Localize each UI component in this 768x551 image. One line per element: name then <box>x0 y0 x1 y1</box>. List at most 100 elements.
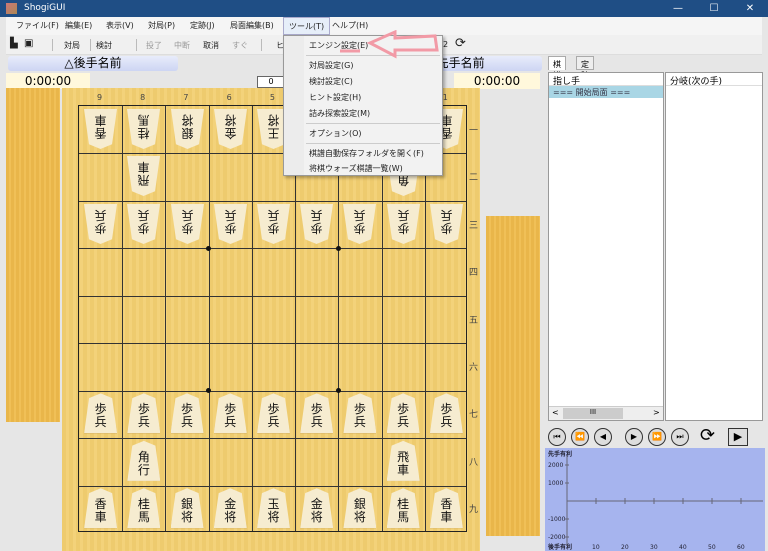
board-square[interactable]: 銀将 <box>165 106 208 153</box>
horizontal-scrollbar[interactable]: < III > <box>549 406 663 420</box>
board-square[interactable] <box>338 248 381 295</box>
gote-piece[interactable]: 歩兵 <box>127 204 160 244</box>
board-square[interactable] <box>338 343 381 390</box>
resign-button[interactable]: 投了 <box>146 40 162 51</box>
board-square[interactable] <box>252 248 295 295</box>
board-square[interactable] <box>425 296 468 343</box>
minimize-button[interactable]: — <box>660 0 696 17</box>
board-square[interactable] <box>79 248 122 295</box>
maximize-button[interactable]: ☐ <box>696 0 732 17</box>
sente-piece[interactable]: 歩兵 <box>170 393 204 434</box>
board-square[interactable] <box>382 343 425 390</box>
autoplay-button[interactable]: ▶ <box>728 428 748 446</box>
sente-piece[interactable]: 歩兵 <box>300 393 334 434</box>
menu-item-options[interactable]: オプション(O) <box>309 128 362 139</box>
gote-piece[interactable]: 歩兵 <box>300 204 333 244</box>
board-square[interactable] <box>252 343 295 390</box>
sente-piece[interactable]: 角行 <box>127 440 161 481</box>
save-icon[interactable]: ▣ <box>24 38 33 49</box>
board-square[interactable] <box>122 296 165 343</box>
tab-kifu[interactable]: 棋譜 <box>548 56 566 80</box>
board-square[interactable] <box>209 343 252 390</box>
column-header-branch[interactable]: 分岐(次の手) <box>666 73 762 87</box>
board-square[interactable]: 歩兵 <box>79 201 122 248</box>
board-square[interactable]: 歩兵 <box>425 391 468 438</box>
sente-piece[interactable]: 香車 <box>84 488 118 529</box>
scroll-right-button[interactable]: > <box>653 408 660 417</box>
board-square[interactable] <box>338 438 381 485</box>
menu-tools[interactable]: ツール(T) <box>283 17 331 35</box>
board-square[interactable]: 歩兵 <box>209 391 252 438</box>
board-square[interactable] <box>295 296 338 343</box>
menu-game[interactable]: 対局(P) <box>148 20 175 31</box>
gote-piece[interactable]: 金将 <box>214 109 247 149</box>
sente-piece[interactable]: 歩兵 <box>213 393 247 434</box>
board-square[interactable] <box>165 343 208 390</box>
board-square[interactable] <box>295 248 338 295</box>
board-square[interactable]: 角行 <box>122 438 165 485</box>
board-square[interactable] <box>79 153 122 200</box>
sente-piece[interactable]: 桂馬 <box>127 488 161 529</box>
game-button[interactable]: 対局 <box>64 40 80 51</box>
board-square[interactable]: 歩兵 <box>252 391 295 438</box>
sente-piece[interactable]: 桂馬 <box>386 488 420 529</box>
board-square[interactable]: 金将 <box>295 486 338 533</box>
board-square[interactable]: 飛車 <box>382 438 425 485</box>
board-square[interactable]: 歩兵 <box>79 391 122 438</box>
sente-piece[interactable]: 香車 <box>429 488 463 529</box>
sente-piece[interactable]: 飛車 <box>386 440 420 481</box>
gote-piece[interactable]: 桂馬 <box>127 109 160 149</box>
gote-piece[interactable]: 歩兵 <box>387 204 420 244</box>
board-square[interactable] <box>425 248 468 295</box>
board-square[interactable]: 銀将 <box>165 486 208 533</box>
board-square[interactable] <box>425 438 468 485</box>
board-square[interactable] <box>425 343 468 390</box>
sente-piece[interactable]: 玉将 <box>256 488 290 529</box>
menu-view[interactable]: 表示(V) <box>106 20 134 31</box>
board-square[interactable]: 飛車 <box>122 153 165 200</box>
sente-piece[interactable]: 金将 <box>213 488 247 529</box>
gote-piece[interactable]: 歩兵 <box>84 204 117 244</box>
board-square[interactable]: 歩兵 <box>295 201 338 248</box>
board-square[interactable]: 歩兵 <box>122 391 165 438</box>
board-square[interactable] <box>252 438 295 485</box>
board-square[interactable] <box>165 438 208 485</box>
forward-fast-button[interactable]: ⏩ <box>648 428 666 446</box>
menu-item-analysis-settings[interactable]: 検討設定(C) <box>309 76 353 87</box>
sente-piece[interactable]: 銀将 <box>170 488 204 529</box>
board-square[interactable] <box>209 248 252 295</box>
menu-item-game-settings[interactable]: 対局設定(G) <box>309 60 353 71</box>
sente-piece[interactable]: 歩兵 <box>84 393 118 434</box>
board-square[interactable] <box>79 438 122 485</box>
board-square[interactable]: 歩兵 <box>295 391 338 438</box>
menu-position-edit[interactable]: 局面編集(B) <box>230 20 274 31</box>
gote-piece[interactable]: 歩兵 <box>430 204 463 244</box>
menu-file[interactable]: ファイル(F) <box>16 20 59 31</box>
sente-piece[interactable]: 歩兵 <box>256 393 290 434</box>
board-square[interactable] <box>165 153 208 200</box>
board-square[interactable]: 歩兵 <box>209 201 252 248</box>
kifu-move-row[interactable]: === 開始局面 === <box>549 86 663 98</box>
first-move-button[interactable]: ⏮ <box>548 428 566 446</box>
analyze-button[interactable]: 検討 <box>96 40 112 51</box>
menu-item-shogiwars-kifu-list[interactable]: 将棋ウォーズ棋譜一覧(W) <box>309 163 403 174</box>
gote-piece[interactable]: 歩兵 <box>343 204 376 244</box>
board-square[interactable] <box>252 296 295 343</box>
board-square[interactable]: 歩兵 <box>122 201 165 248</box>
menu-item-hint-settings[interactable]: ヒント設定(H) <box>309 92 361 103</box>
gote-piece[interactable]: 歩兵 <box>171 204 204 244</box>
flip-board-icon[interactable]: ⟳ <box>700 425 715 446</box>
gote-piece[interactable]: 飛車 <box>127 156 160 196</box>
last-move-button[interactable]: ⏭ <box>671 428 689 446</box>
board-square[interactable]: 金将 <box>209 106 252 153</box>
board-square[interactable]: 桂馬 <box>382 486 425 533</box>
scroll-left-button[interactable]: < <box>552 408 559 417</box>
board-square[interactable]: 桂馬 <box>122 106 165 153</box>
board-square[interactable]: 歩兵 <box>252 201 295 248</box>
board-square[interactable] <box>295 343 338 390</box>
board-square[interactable] <box>79 343 122 390</box>
board-square[interactable] <box>122 248 165 295</box>
menu-item-mate-search-settings[interactable]: 詰み探索設定(M) <box>309 108 370 119</box>
board-square[interactable] <box>382 248 425 295</box>
board-square[interactable]: 玉将 <box>252 486 295 533</box>
